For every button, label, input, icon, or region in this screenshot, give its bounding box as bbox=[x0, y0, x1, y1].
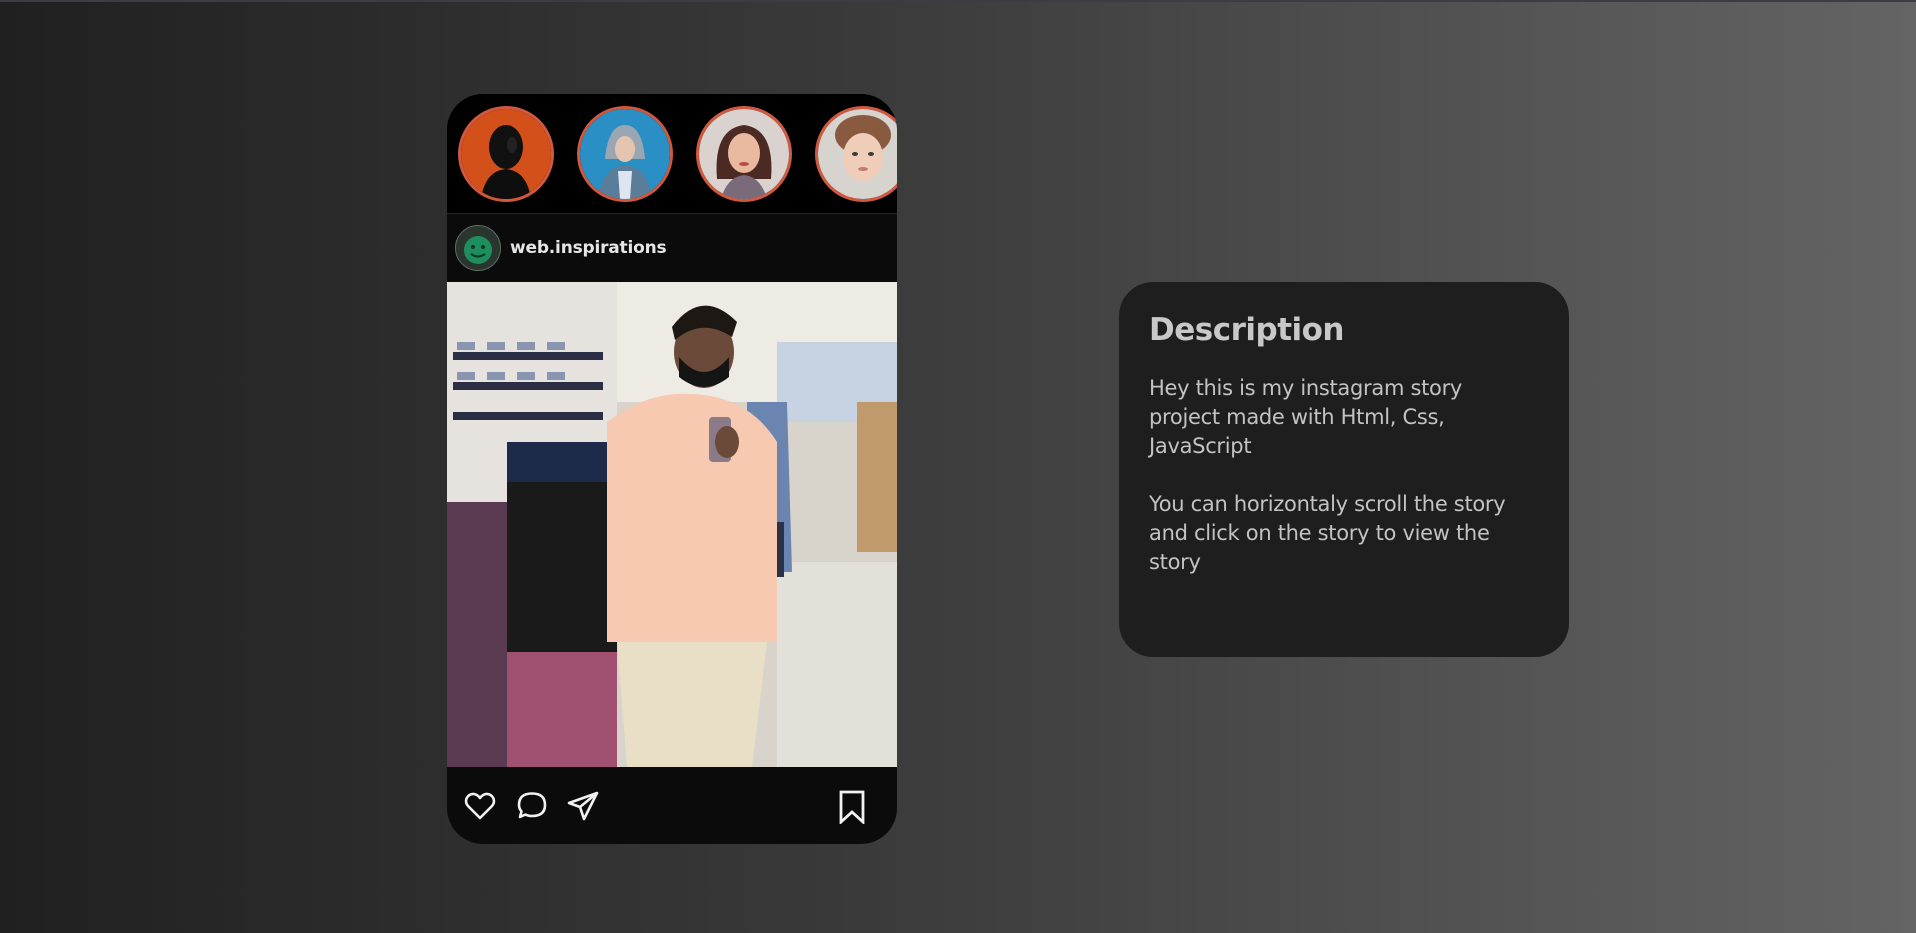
avatar-silhouette-icon bbox=[461, 108, 551, 199]
avatar-woman-dark-hair-icon bbox=[699, 108, 789, 199]
post-header: web.inspirations bbox=[447, 214, 897, 282]
share-button[interactable] bbox=[565, 789, 601, 823]
description-paragraph-2: You can horizontaly scroll the story and… bbox=[1149, 492, 1506, 574]
stories-bar[interactable] bbox=[447, 94, 897, 214]
post-username[interactable]: web.inspirations bbox=[510, 238, 667, 258]
avatar-woman-curly-hair-icon bbox=[818, 108, 897, 199]
post-image bbox=[447, 282, 897, 767]
web-inspirations-logo-icon bbox=[456, 226, 500, 270]
mirror-selfie-photo-icon bbox=[447, 282, 897, 767]
post-actions-bar bbox=[447, 767, 897, 844]
story-avatar-1[interactable] bbox=[458, 105, 554, 202]
like-button[interactable] bbox=[463, 789, 497, 823]
share-icon bbox=[567, 791, 599, 820]
story-avatar-2[interactable] bbox=[577, 105, 673, 202]
description-title: Description bbox=[1149, 312, 1345, 348]
description-card: Description Hey this is my instagram sto… bbox=[1119, 282, 1569, 657]
description-paragraph-1: Hey this is my instagram story project m… bbox=[1149, 376, 1463, 458]
story-avatar-3[interactable] bbox=[696, 105, 792, 202]
instagram-phone-frame: web.inspirations bbox=[447, 94, 897, 844]
heart-icon bbox=[464, 792, 496, 819]
bookmark-icon bbox=[839, 790, 865, 824]
save-button[interactable] bbox=[837, 789, 867, 825]
comment-icon bbox=[517, 791, 547, 818]
comment-button[interactable] bbox=[515, 789, 549, 823]
poster-avatar[interactable] bbox=[455, 225, 501, 271]
avatar-hooded-icon bbox=[580, 108, 670, 199]
story-avatar-4[interactable] bbox=[815, 105, 897, 202]
